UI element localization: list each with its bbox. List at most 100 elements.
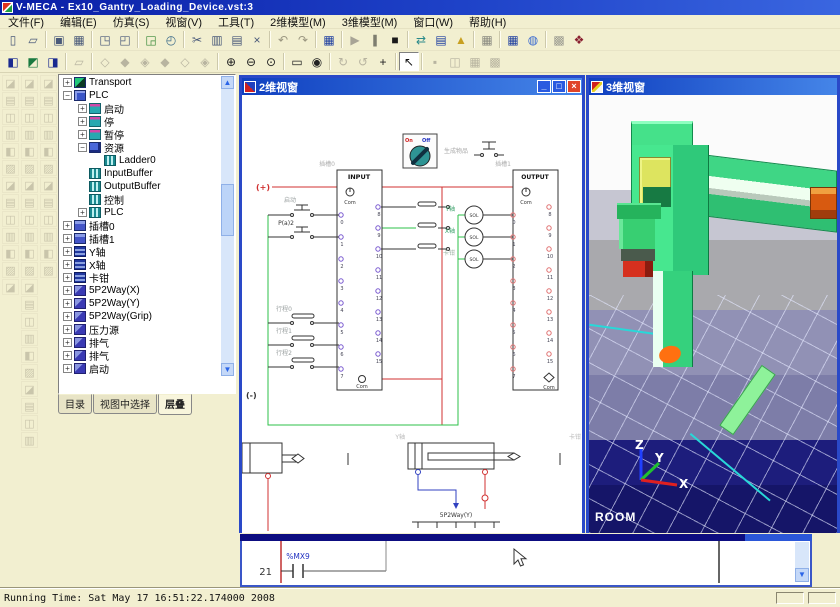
tree-item[interactable]: +Transport (60, 76, 222, 89)
tree-expand-toggle[interactable]: + (63, 234, 72, 243)
left-tool-icon[interactable]: ▤ (40, 92, 57, 108)
left-tool-icon[interactable]: ▥ (2, 228, 19, 244)
tree-item[interactable]: +暂停 (60, 128, 222, 141)
tree-expand-toggle[interactable]: + (63, 260, 72, 269)
left-tool-icon[interactable]: ▥ (21, 228, 38, 244)
page-grid-icon[interactable]: ▦ (477, 30, 497, 49)
left-tool-icon[interactable]: ▨ (21, 364, 38, 380)
view3d-scene[interactable]: Z Y X ROOM (589, 95, 837, 533)
left-tool-icon[interactable]: ▤ (21, 92, 38, 108)
left-tool-icon[interactable]: ▤ (21, 296, 38, 312)
select-pointer-icon[interactable]: ↖ (399, 52, 419, 71)
pan-icon[interactable]: + (373, 52, 393, 71)
zoom-out-icon[interactable]: ⊖ (241, 52, 261, 71)
left-tool-icon[interactable]: ◪ (2, 75, 19, 91)
tree-expand-toggle[interactable]: + (63, 299, 72, 308)
iso-view-2-icon[interactable]: ◆ (115, 52, 135, 71)
tile-single-icon[interactable]: ▪ (425, 52, 445, 71)
data-table-icon[interactable]: ▦ (503, 30, 523, 49)
print-icon[interactable]: ◴ (161, 30, 181, 49)
menu-item-2[interactable]: 仿真(S) (105, 14, 158, 30)
help-book-icon[interactable]: ❖ (569, 30, 589, 49)
plc-editor-icon[interactable]: ▦ (319, 30, 339, 49)
iso-view-3-icon[interactable]: ◈ (135, 52, 155, 71)
input-module[interactable]: INPUT 插槽0 Com 01234567 89101112131415 Co… (319, 160, 382, 390)
iso-view-4-icon[interactable]: ◆ (155, 52, 175, 71)
menu-item-3[interactable]: 视窗(V) (157, 14, 210, 30)
menu-item-0[interactable]: 文件(F) (0, 14, 52, 30)
left-tool-icon[interactable]: ▨ (21, 160, 38, 176)
tree-item[interactable]: +卡钳 (60, 271, 222, 284)
tree-expand-toggle[interactable]: + (63, 78, 72, 87)
tree-expand-toggle[interactable]: + (63, 364, 72, 373)
knob-switch[interactable]: On Off (403, 134, 437, 168)
tree-tab-2[interactable]: 层叠 (158, 394, 192, 415)
tree-item[interactable]: +排气 (60, 336, 222, 349)
left-tool-icon[interactable]: ◪ (21, 381, 38, 397)
left-tool-icon[interactable]: ◫ (40, 211, 57, 227)
zoom-dynamic-icon[interactable]: ◉ (307, 52, 327, 71)
maximize-button[interactable]: □ (552, 80, 566, 93)
layout-2d-3d-icon[interactable]: ◧ (3, 52, 23, 71)
tile-vertical-icon[interactable]: ◫ (445, 52, 465, 71)
view3d-titlebar[interactable]: 3维视窗 (589, 78, 837, 95)
tree-item[interactable]: +InputBuffer (60, 167, 222, 180)
ladder-scrollbar[interactable]: ▼ (795, 542, 809, 582)
left-tool-icon[interactable]: ▥ (21, 432, 38, 448)
tree-item[interactable]: +插槽1 (60, 232, 222, 245)
tree-item[interactable]: +插槽0 (60, 219, 222, 232)
scroll-up-icon[interactable]: ▲ (221, 76, 234, 89)
tile-quad-icon[interactable]: ▩ (485, 52, 505, 71)
left-tool-icon[interactable]: ◪ (21, 279, 38, 295)
tree-item[interactable]: +启动 (60, 362, 222, 375)
left-tool-icon[interactable]: ▥ (40, 228, 57, 244)
report-icon[interactable]: ▤ (431, 30, 451, 49)
cylinder-x[interactable] (242, 443, 304, 479)
tree-item[interactable]: +PLC (60, 206, 222, 219)
bulb-icon[interactable]: ◍ (523, 30, 543, 49)
pause-icon[interactable]: ∥ (365, 30, 385, 49)
export-icon[interactable]: ◲ (141, 30, 161, 49)
tree-item[interactable]: +OutputBuffer (60, 180, 222, 193)
play-icon[interactable]: ▶ (345, 30, 365, 49)
left-tool-icon[interactable]: ◫ (21, 313, 38, 329)
left-tool-icon[interactable]: ◫ (21, 109, 38, 125)
tree-item[interactable]: +5P2Way(X) (60, 284, 222, 297)
connect-icon[interactable]: ⇄ (411, 30, 431, 49)
left-tool-icon[interactable]: ▤ (21, 194, 38, 210)
tree-item[interactable]: +Ladder0 (60, 154, 222, 167)
tree-tab-1[interactable]: 视图中选择 (93, 394, 157, 414)
delete-icon[interactable]: × (247, 30, 267, 49)
close-button[interactable]: × (567, 80, 581, 93)
left-tool-icon[interactable]: ◪ (40, 75, 57, 91)
left-tool-icon[interactable]: ◧ (40, 143, 57, 159)
tree-expand-toggle[interactable]: + (78, 117, 87, 126)
left-tool-icon[interactable]: ▨ (40, 160, 57, 176)
left-tool-icon[interactable]: ◧ (2, 143, 19, 159)
tree-expand-toggle[interactable]: + (78, 104, 87, 113)
tree-tab-0[interactable]: 目录 (58, 394, 92, 414)
left-tool-icon[interactable]: ◫ (21, 211, 38, 227)
scroll-down-icon[interactable]: ▼ (795, 568, 809, 582)
left-tool-icon[interactable]: ◫ (2, 211, 19, 227)
left-tool-icon[interactable]: ◧ (2, 245, 19, 261)
minimize-button[interactable]: _ (537, 80, 551, 93)
zoom-fit-icon[interactable]: ⊙ (261, 52, 281, 71)
tile-horizontal-icon[interactable]: ▦ (465, 52, 485, 71)
view2d-titlebar[interactable]: 2维视窗 _□× (242, 78, 582, 95)
save-file-icon[interactable]: ▣ (49, 30, 69, 49)
layout-2d-icon[interactable]: ◨ (43, 52, 63, 71)
left-tool-icon[interactable]: ◧ (40, 245, 57, 261)
tree-item[interactable]: +5P2Way(Y) (60, 297, 222, 310)
tree-item[interactable]: +启动 (60, 102, 222, 115)
left-tool-icon[interactable]: ▥ (40, 126, 57, 142)
tree-expand-toggle[interactable]: + (63, 325, 72, 334)
left-tool-icon[interactable]: ◪ (2, 177, 19, 193)
cylinder-y[interactable] (408, 443, 520, 475)
output-module[interactable]: OUTPUT 插槽1 Com 01234567 89101112131415 C… (495, 160, 558, 391)
tree-item[interactable]: +排气 (60, 349, 222, 362)
left-tool-icon[interactable]: ▥ (21, 330, 38, 346)
redo-icon[interactable]: ↷ (293, 30, 313, 49)
paste-icon[interactable]: ▤ (227, 30, 247, 49)
left-tool-icon[interactable]: ◧ (21, 347, 38, 363)
